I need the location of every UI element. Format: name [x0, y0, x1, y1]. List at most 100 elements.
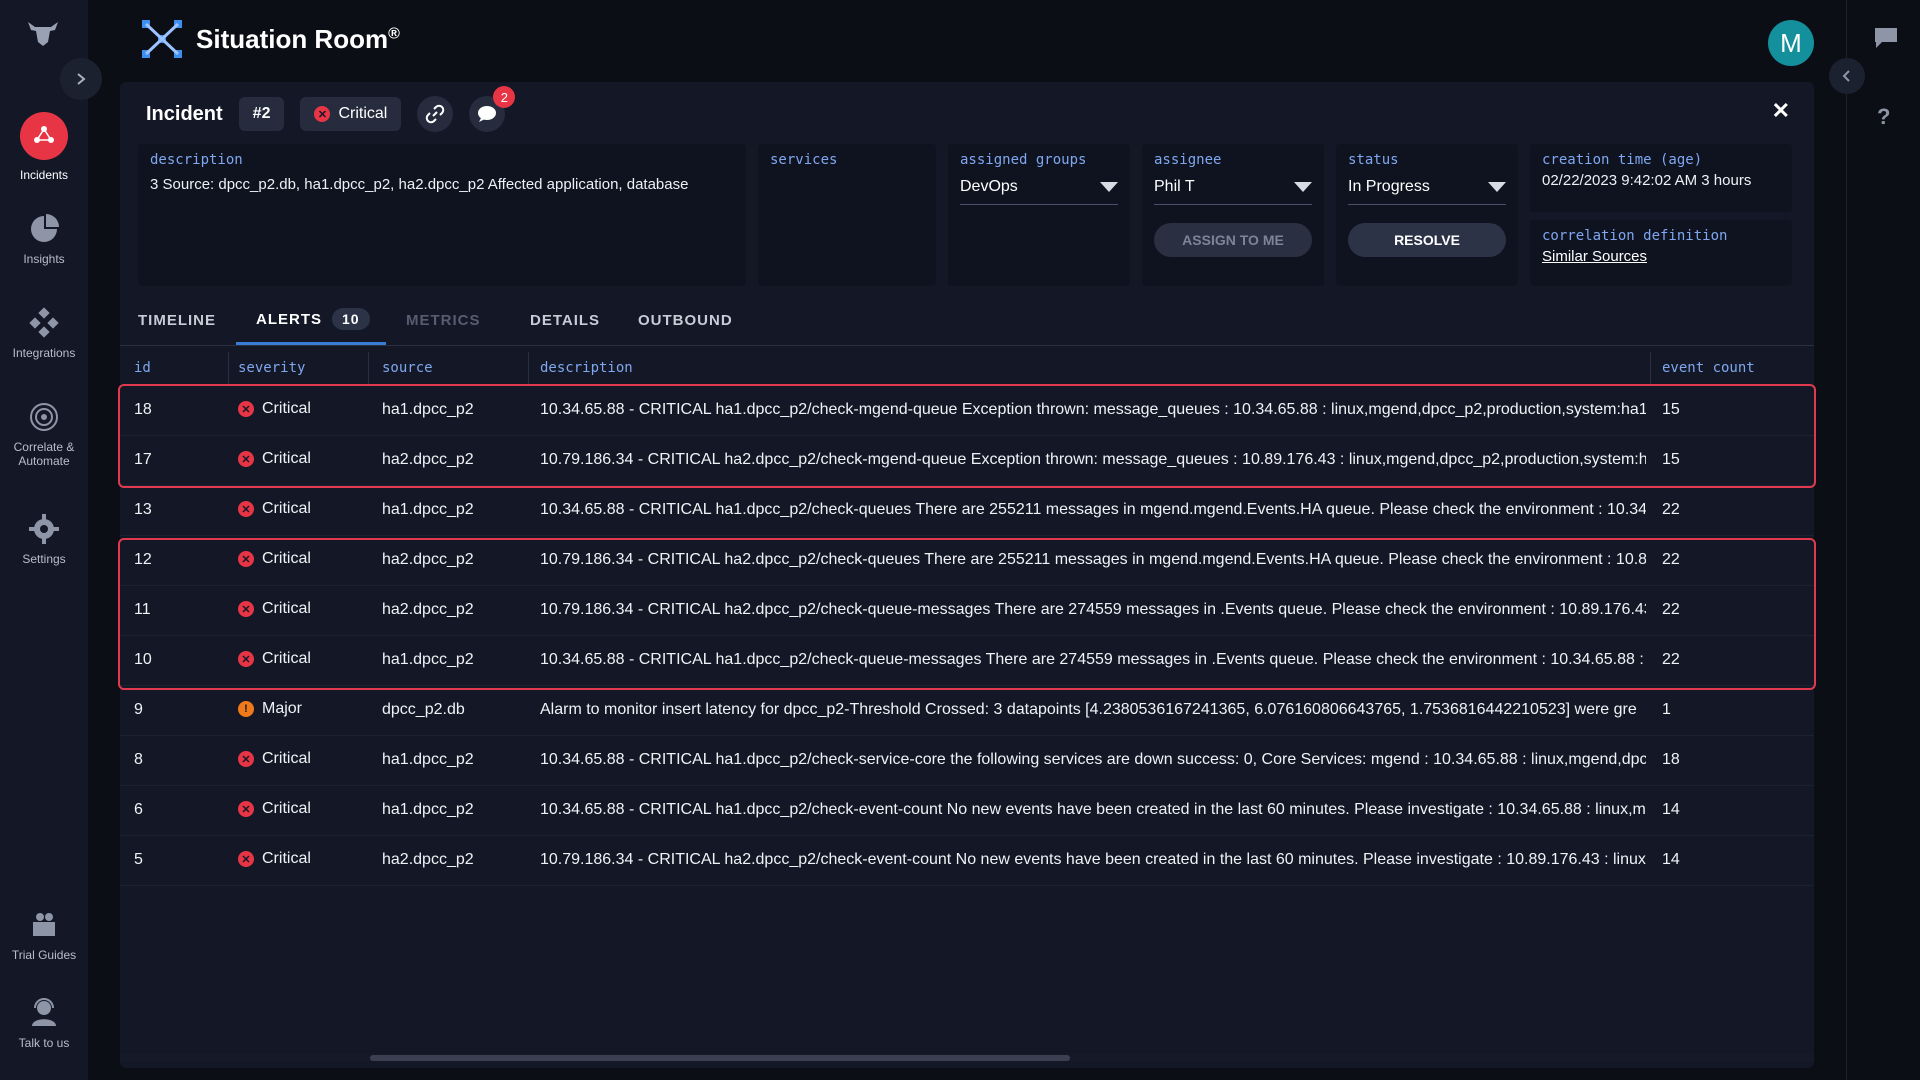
cell-description: 10.34.65.88 - CRITICAL ha1.dpcc_p2/check…: [540, 401, 1646, 418]
resolve-button[interactable]: RESOLVE: [1348, 223, 1506, 257]
pie-chart-icon: [31, 214, 59, 242]
severity-text: Critical: [262, 450, 311, 467]
col-header-event-count[interactable]: event count: [1662, 360, 1755, 376]
scrollbar-thumb[interactable]: [370, 1055, 1070, 1061]
tab-outbound[interactable]: OUTBOUND: [638, 312, 733, 329]
table-row[interactable]: 13 ✕ Critical ha1.dpcc_p2 10.34.65.88 - CRIT…: [120, 486, 1814, 536]
nav-label: Settings: [22, 552, 66, 566]
comment-count-badge: 2: [493, 86, 516, 108]
tab-details[interactable]: DETAILS: [530, 312, 600, 329]
cell-source: ha2.dpcc_p2: [382, 601, 474, 618]
cell-event-count: 14: [1662, 801, 1680, 818]
tab-timeline[interactable]: TIMELINE: [138, 312, 216, 329]
table-row[interactable]: 11 ✕ Critical ha2.dpcc_p2 10.79.186.34 - CRI…: [120, 586, 1814, 636]
comments-button[interactable]: 2: [469, 86, 516, 132]
gear-icon: [29, 514, 59, 544]
chevron-left-icon: [1842, 70, 1850, 82]
col-header-severity[interactable]: severity: [238, 360, 305, 376]
cell-severity: ✕ Critical: [238, 550, 311, 568]
caret-down-icon: [1100, 182, 1118, 192]
cell-severity: ✕ Critical: [238, 400, 311, 418]
table-header: id severity source description event cou…: [120, 352, 1814, 386]
nav-label: Insights: [23, 252, 65, 266]
cell-severity: ✕ Critical: [238, 650, 311, 668]
nav-item-correlate[interactable]: Correlate & Automate: [0, 400, 88, 468]
severity-text: Major: [262, 700, 303, 717]
nav-label: Talk to us: [18, 1036, 70, 1050]
close-icon[interactable]: ✕: [1772, 98, 1790, 124]
field-label: creation time (age): [1542, 152, 1703, 168]
severity-badge: ✕ Critical: [300, 97, 402, 131]
cell-severity: ✕ Critical: [238, 600, 311, 618]
table-row[interactable]: 9! Major dpcc_p2.db Alarm to monitor insert…: [120, 686, 1814, 736]
cell-description: 10.34.65.88 - CRITICAL ha1.dpcc_p2/check…: [540, 651, 1646, 668]
collapse-right-rail-button[interactable]: [1829, 58, 1865, 94]
chat-bubble-icon[interactable]: [1873, 26, 1899, 50]
guides-icon: [33, 913, 55, 936]
cell-event-count: 18: [1662, 751, 1680, 768]
nav-item-settings[interactable]: Settings: [0, 512, 88, 566]
table-row[interactable]: 8 ✕ Critical ha1.dpcc_p2 10.34.65.88 - CRITI…: [120, 736, 1814, 786]
nav-item-incidents[interactable]: Incidents: [0, 112, 88, 182]
cell-id: 6: [134, 801, 143, 818]
status-field: status In Progress RESOLVE: [1336, 144, 1518, 286]
bull-logo-icon[interactable]: [26, 18, 60, 48]
cell-id: 11: [134, 601, 151, 618]
severity-text: Critical: [262, 750, 311, 767]
severity-text: Critical: [262, 650, 311, 667]
tab-alerts[interactable]: ALERTS 10: [256, 308, 370, 330]
critical-x-icon: ✕: [314, 106, 331, 122]
expand-nav-button[interactable]: [60, 58, 102, 100]
field-label: status: [1348, 152, 1399, 168]
tab-label: ALERTS: [256, 310, 322, 328]
correlation-link[interactable]: Similar Sources: [1542, 248, 1780, 265]
left-nav: Incidents Insights Integrations Correlat…: [0, 0, 102, 1080]
link-icon: [426, 104, 445, 124]
nav-item-talk-to-us[interactable]: Talk to us: [0, 996, 88, 1050]
field-label: correlation definition: [1542, 228, 1728, 244]
column-divider[interactable]: [528, 352, 529, 386]
integrations-icon: [29, 307, 59, 338]
horizontal-scrollbar[interactable]: [120, 1054, 1814, 1062]
assignee-select[interactable]: Phil T: [1154, 178, 1312, 205]
column-divider[interactable]: [368, 352, 369, 386]
app-title: Situation Room®: [140, 18, 400, 60]
assignee-field: assignee Phil T ASSIGN TO ME: [1142, 144, 1324, 286]
table-row[interactable]: 18 ✕ Critical ha1.dpcc_p2 10.34.65.88 - CRIT…: [120, 386, 1814, 436]
table-row[interactable]: 12 ✕ Critical ha2.dpcc_p2 10.79.186.34 - CRI…: [120, 536, 1814, 586]
avatar[interactable]: M: [1768, 20, 1814, 66]
critical-x-icon: ✕: [238, 451, 254, 467]
assigned-groups-select[interactable]: DevOps: [960, 178, 1118, 205]
alerts-count-badge: 10: [332, 308, 370, 330]
nav-item-trial-guides[interactable]: Trial Guides: [0, 908, 88, 962]
critical-x-icon: ✕: [238, 801, 254, 817]
nav-label: Trial Guides: [11, 948, 77, 962]
cell-event-count: 22: [1662, 651, 1680, 668]
cell-source: ha2.dpcc_p2: [382, 451, 474, 468]
critical-x-icon: ✕: [238, 851, 254, 867]
column-divider[interactable]: [228, 352, 229, 386]
table-row[interactable]: 17 ✕ Critical ha2.dpcc_p2 10.79.186.34 - CRI…: [120, 436, 1814, 486]
help-icon[interactable]: ?: [1877, 104, 1890, 130]
table-row[interactable]: 5 ✕ Critical ha2.dpcc_p2 10.79.186.34 - CRIT…: [120, 836, 1814, 886]
major-alert-icon: !: [238, 701, 254, 717]
description-value: 3 Source: dpcc_p2.db, ha1.dpcc_p2, ha2.d…: [150, 176, 689, 193]
field-label: services: [770, 152, 838, 168]
nav-item-insights[interactable]: Insights: [0, 212, 88, 266]
cell-event-count: 1: [1662, 701, 1671, 718]
link-button[interactable]: [417, 96, 454, 132]
col-header-description[interactable]: description: [540, 360, 633, 376]
tab-metrics[interactable]: METRICS: [406, 312, 481, 329]
chevron-right-icon: [77, 73, 86, 85]
nav-item-integrations[interactable]: Integrations: [0, 306, 88, 360]
col-header-source[interactable]: source: [382, 360, 433, 376]
table-row[interactable]: 6 ✕ Critical ha1.dpcc_p2 10.34.65.88 - CRITI…: [120, 786, 1814, 836]
cell-event-count: 22: [1662, 551, 1680, 568]
status-select[interactable]: In Progress: [1348, 178, 1506, 205]
col-header-id[interactable]: id: [134, 360, 151, 376]
column-divider[interactable]: [1650, 352, 1651, 386]
table-row[interactable]: 10 ✕ Critical ha1.dpcc_p2 10.34.65.88 - CRIT…: [120, 636, 1814, 686]
description-field: description 3 Source: dpcc_p2.db, ha1.dp…: [138, 144, 746, 286]
cell-source: ha2.dpcc_p2: [382, 851, 474, 868]
assign-to-me-button[interactable]: ASSIGN TO ME: [1154, 223, 1312, 257]
